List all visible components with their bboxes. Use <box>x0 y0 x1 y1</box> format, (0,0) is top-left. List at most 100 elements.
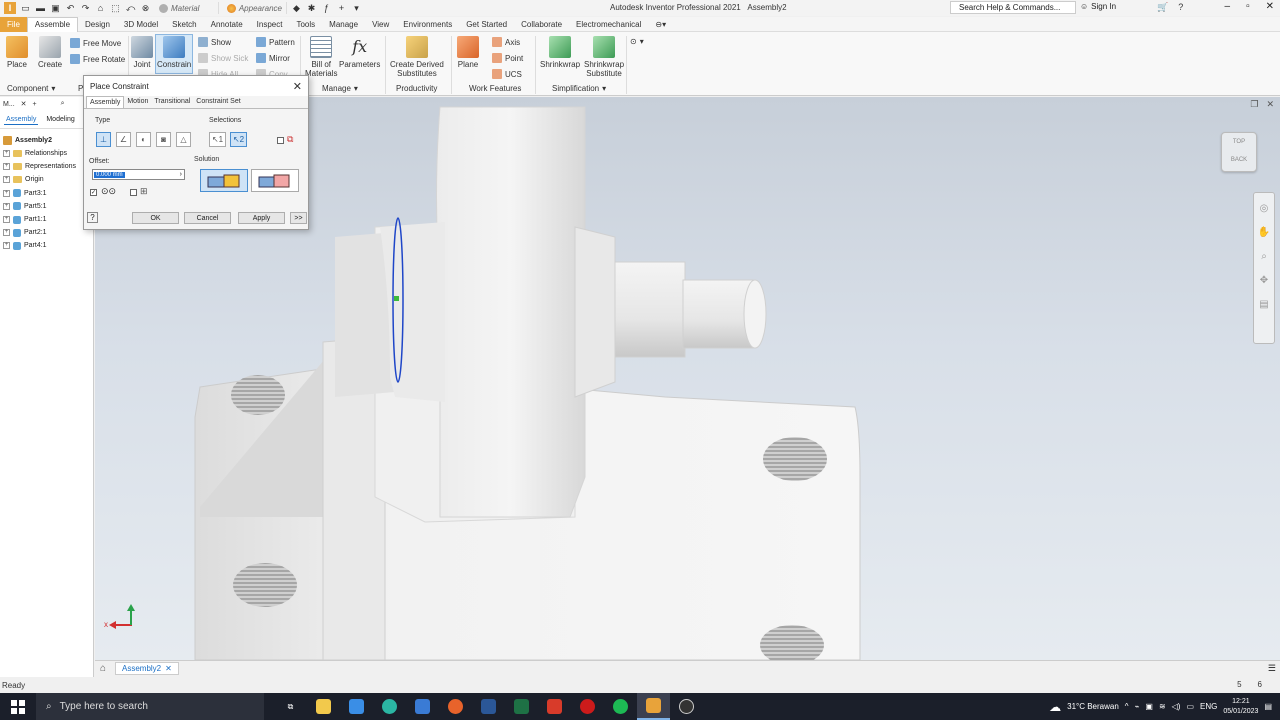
tab-annotate[interactable]: Annotate <box>204 17 250 32</box>
place-button[interactable]: Place <box>6 36 28 69</box>
battery-icon[interactable]: ▭ <box>1186 702 1194 711</box>
ribbon-options-icon[interactable]: ⊖▾ <box>648 17 673 32</box>
pan-icon[interactable]: ✋ <box>1258 227 1270 238</box>
mate-constraint-button[interactable]: ⊥ <box>96 132 111 147</box>
task-view-button[interactable]: ⧉ <box>274 693 307 720</box>
home-icon[interactable]: ⌂ <box>95 3 106 14</box>
show-preview-checkbox[interactable]: ✓ <box>90 189 97 196</box>
tab-transitional[interactable]: Transitional <box>151 96 193 108</box>
help-icon[interactable]: ? <box>1178 2 1183 13</box>
ucs-button[interactable]: UCS <box>492 69 522 79</box>
chevron-right-icon[interactable]: › <box>180 171 184 178</box>
browser-title[interactable]: M... <box>3 101 15 108</box>
add-icon[interactable]: + <box>33 101 37 108</box>
inventor-button[interactable] <box>637 693 670 720</box>
start-button[interactable] <box>0 699 36 714</box>
expand-icon[interactable]: + <box>3 176 10 184</box>
panel-manage[interactable]: Manage ▾ <box>322 84 358 93</box>
tangent-constraint-button[interactable]: ◐ <box>136 132 151 147</box>
solution-mate-button[interactable] <box>200 169 248 192</box>
close-icon[interactable]: ✕ <box>293 80 302 93</box>
redo-icon[interactable]: ↷ <box>80 3 91 14</box>
weather-text[interactable]: 31°C Berawan <box>1067 702 1119 711</box>
tab-motion[interactable]: Motion <box>124 96 151 108</box>
help-icon[interactable]: ? <box>87 212 98 223</box>
clear-icon[interactable]: ✱ <box>306 3 317 14</box>
zoom-icon[interactable]: ⌕ <box>1261 251 1267 262</box>
add-in-button[interactable]: ⊙ ▾ <box>630 37 644 46</box>
cart-icon[interactable]: 🛒 <box>1157 2 1168 13</box>
tab-assemble[interactable]: Assemble <box>26 16 79 32</box>
browser-tab-modeling[interactable]: Modeling <box>44 115 76 125</box>
undo-icon[interactable]: ↶ <box>65 3 76 14</box>
expand-icon[interactable]: + <box>3 163 10 171</box>
tree-item-part3[interactable]: + Part3:1 <box>3 187 93 200</box>
tab-inspect[interactable]: Inspect <box>250 17 290 32</box>
tab-get-started[interactable]: Get Started <box>459 17 514 32</box>
chevron-up-icon[interactable]: ^ <box>1125 702 1129 711</box>
orbit-icon[interactable]: ✥ <box>1260 275 1268 286</box>
insert-constraint-button[interactable]: ◙ <box>156 132 171 147</box>
mirror-button[interactable]: Mirror <box>256 53 290 63</box>
pattern-button[interactable]: Pattern <box>256 37 295 47</box>
help-search-input[interactable]: Search Help & Commands... <box>950 1 1076 14</box>
bill-of-materials-button[interactable]: Bill of Materials <box>305 36 337 78</box>
steering-wheel-icon[interactable]: ◎ <box>1260 203 1269 214</box>
fx-icon[interactable]: ƒ <box>321 3 332 14</box>
show-button[interactable]: Show <box>198 37 231 47</box>
cancel-button[interactable]: Cancel <box>184 212 231 224</box>
tab-design[interactable]: Design <box>78 17 117 32</box>
sign-in-button[interactable]: ☺ Sign In <box>1080 2 1116 11</box>
update-icon[interactable]: ⊗ <box>140 3 151 14</box>
symmetry-constraint-button[interactable]: △ <box>176 132 191 147</box>
language-indicator[interactable]: ENG <box>1200 702 1217 711</box>
tab-sketch[interactable]: Sketch <box>165 17 203 32</box>
browser-tab-assembly[interactable]: Assembly <box>4 115 39 125</box>
tree-item-part2[interactable]: + Part2:1 <box>3 226 93 239</box>
opera-button[interactable] <box>571 693 604 720</box>
look-at-icon[interactable]: ▤ <box>1259 299 1268 310</box>
close-viewport-icon[interactable]: ✕ <box>1266 99 1274 110</box>
predict-offset-checkbox[interactable] <box>130 189 137 196</box>
tab-manage[interactable]: Manage <box>322 17 365 32</box>
expand-icon[interactable]: + <box>3 150 10 158</box>
viewcube[interactable]: TOP BACK <box>1221 132 1257 172</box>
shrinkwrap-substitute-button[interactable]: Shrinkwrap Substitute <box>584 36 624 78</box>
word-button[interactable] <box>472 693 505 720</box>
restore-window-icon[interactable]: ❐ <box>1250 99 1258 110</box>
selection-1-button[interactable]: ↖ 1 <box>209 132 226 147</box>
search-icon[interactable]: ⌕ <box>61 100 65 108</box>
tab-tools[interactable]: Tools <box>289 17 322 32</box>
file-explorer-button[interactable] <box>307 693 340 720</box>
expand-icon[interactable]: + <box>3 189 10 197</box>
tree-item-part1[interactable]: + Part1:1 <box>3 213 93 226</box>
joint-button[interactable]: Joint <box>131 36 153 69</box>
save-icon[interactable]: ▣ <box>50 3 61 14</box>
apply-button[interactable]: Apply <box>238 212 285 224</box>
tab-3d-model[interactable]: 3D Model <box>117 17 165 32</box>
firefox-button[interactable] <box>439 693 472 720</box>
tree-item-origin[interactable]: + Origin <box>3 173 93 186</box>
new-file-icon[interactable]: ▭ <box>20 3 31 14</box>
first-part-checkbox[interactable] <box>277 137 284 144</box>
tab-environments[interactable]: Environments <box>396 17 459 32</box>
free-move-button[interactable]: Free Move <box>70 38 121 48</box>
shrinkwrap-button[interactable]: Shrinkwrap <box>540 36 580 69</box>
panel-component[interactable]: Component ▾ <box>7 84 55 93</box>
plus-icon[interactable]: + <box>336 3 347 14</box>
appearance-select[interactable]: Appearance <box>223 2 287 14</box>
material-select[interactable]: Material <box>155 2 219 14</box>
select-icon[interactable]: ⬚ <box>110 3 121 14</box>
axis-button[interactable]: Axis <box>492 37 520 47</box>
close-icon[interactable]: ✕ <box>1266 1 1274 12</box>
network-icon[interactable]: ≋ <box>1159 702 1166 711</box>
create-button[interactable]: Create <box>38 36 62 69</box>
maximize-icon[interactable]: ▫ <box>1246 1 1250 12</box>
create-derived-substitutes-button[interactable]: Create Derived Substitutes <box>390 36 444 78</box>
taskbar-search[interactable]: ⌕ Type here to search <box>36 693 264 720</box>
adjust-icon[interactable]: ◆ <box>291 3 302 14</box>
edge-button[interactable] <box>373 693 406 720</box>
home-icon[interactable]: ⌂ <box>95 663 111 674</box>
viewcube-back-face[interactable]: BACK <box>1222 157 1256 163</box>
parameters-button[interactable]: fx Parameters <box>339 36 380 69</box>
